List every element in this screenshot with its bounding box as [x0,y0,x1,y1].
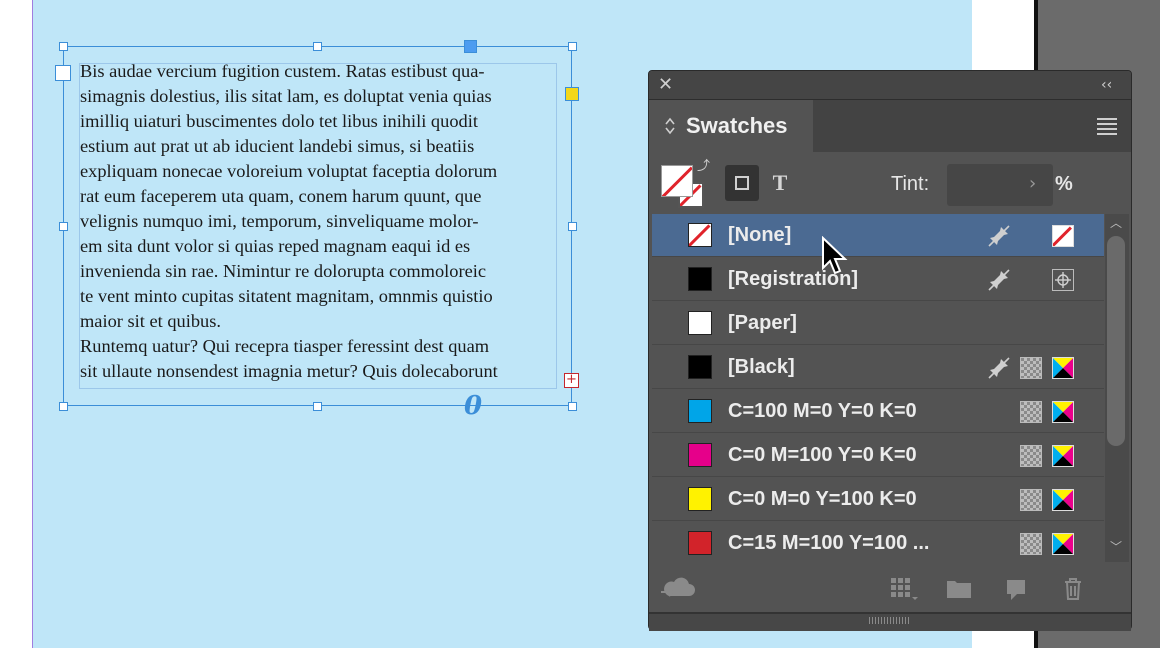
panel-title-bar[interactable]: ✕ ‹‹ [649,71,1131,100]
tint-field[interactable] [947,164,1053,206]
scroll-up-icon[interactable]: ︿ [1110,216,1122,230]
text-line: maior sit et quibus. [80,311,221,331]
tab-swatches[interactable]: Swatches [649,100,813,152]
swatch-color-chip [688,487,712,511]
swatch-name: C=0 M=0 Y=100 K=0 [728,488,917,510]
cmyk-mode-icon [1052,445,1074,467]
swatch-row[interactable]: [Black] [652,346,1104,389]
new-color-group-icon[interactable] [945,574,973,602]
panel-tab-strip: Swatches [649,100,1131,152]
handle-top-left[interactable] [59,42,68,51]
swatch-name: [Paper] [728,312,797,334]
anchored-object-handle[interactable] [464,40,477,53]
swatch-name: [None] [728,224,792,246]
swatch-row[interactable]: [Registration] [652,258,1104,301]
handle-bottom-center[interactable] [313,402,322,411]
handle-top-right[interactable] [568,42,577,51]
swatch-views-icon[interactable] [889,574,918,602]
panel-controls: ⤴ T Tint: › % [649,152,1131,214]
text-line: te vent minto cupitas sitatent magnitam,… [80,286,493,306]
text-line: Runtemq uatur? Qui recepra tiasper feres… [80,336,490,356]
swatch-name: C=15 M=100 Y=100 ... [728,532,930,554]
swap-fill-stroke-icon[interactable]: ⤴ [697,160,710,173]
tab-stepper-icon[interactable] [663,114,677,138]
registration-icon [1052,269,1074,291]
swatch-list: [None] [Registration] [Paper] [Black] C=100 … [652,214,1104,562]
delete-swatch-icon[interactable] [1059,574,1087,602]
swatches-panel: ✕ ‹‹ Swatches ⤴ T Tint: › % [None] [Regis… [648,70,1132,631]
new-swatch-icon[interactable] [1003,574,1031,602]
panel-title: Swatches [686,113,788,138]
text-line: expliquam nonecae voloreium voluptat fac… [80,161,498,181]
handle-top-center[interactable] [313,42,322,51]
close-icon[interactable]: ✕ [658,75,676,95]
process-color-icon [1020,445,1042,467]
text-line: velignis numquo imi, temporum, sinveliqu… [80,211,479,231]
text-line: rat eum faceperem uta quam, conem harum … [80,186,482,206]
collapse-panel-icon[interactable]: ‹‹ [1101,75,1121,95]
cmyk-mode-icon [1052,401,1074,423]
process-color-icon [1020,489,1042,511]
panel-bottom-bar [649,566,1131,612]
tint-slider-arrow-icon[interactable]: › [1029,174,1036,194]
swatch-row[interactable]: [None] [652,214,1104,257]
swatch-row[interactable]: C=0 M=100 Y=0 K=0 [652,434,1104,477]
formatting-affects-text-button[interactable]: T [768,165,792,201]
handle-bottom-left[interactable] [59,402,68,411]
none-color-icon [1052,225,1074,247]
text-line: sit ullaute nonsendest imagnia metur? Qu… [80,361,498,381]
process-color-icon [1020,401,1042,423]
swatch-row[interactable]: C=15 M=100 Y=100 ... [652,522,1104,562]
swatch-color-chip [688,443,712,467]
handle-bottom-right[interactable] [568,402,577,411]
handle-middle-left[interactable] [59,222,68,231]
body-text[interactable]: Bis audae vercium fugition custem. Ratas… [80,59,570,384]
non-editable-icon [987,224,1011,248]
cmyk-mode-icon [1052,533,1074,555]
process-color-icon [1020,357,1042,379]
content-grabber-icon[interactable]: 0 [461,393,485,419]
fill-swatch-icon[interactable] [661,165,693,197]
swatch-row[interactable]: [Paper] [652,302,1104,345]
formatting-affects-container-button[interactable] [725,165,759,201]
swatch-row[interactable]: C=100 M=0 Y=0 K=0 [652,390,1104,433]
scroll-down-icon[interactable]: ﹀ [1110,540,1122,554]
cmyk-mode-icon [1052,489,1074,511]
swatch-color-chip [688,531,712,555]
scrollbar[interactable]: ︿ ﹀ [1105,214,1129,562]
swatch-color-chip [688,399,712,423]
swatch-color-chip [688,223,712,247]
scroll-thumb[interactable] [1107,236,1125,446]
text-line: Bis audae vercium fugition custem. Ratas… [80,61,485,81]
non-editable-icon [987,268,1011,292]
swatch-name: [Black] [728,356,795,378]
swatch-color-chip [688,355,712,379]
mouse-cursor-icon [822,236,848,275]
swatch-name: C=100 M=0 Y=0 K=0 [728,400,917,422]
text-line: em sita dunt volor si quias reped magnam… [80,236,471,256]
text-line: invenienda sin rae. Nimintur re dolorupt… [80,261,487,281]
text-line: imilliq uiaturi buscimentes dolo tet lib… [80,111,478,131]
non-editable-icon [987,356,1011,380]
tint-unit: % [1055,173,1073,195]
swatch-name: C=0 M=100 Y=0 K=0 [728,444,917,466]
swatch-row[interactable]: C=0 M=0 Y=100 K=0 [652,478,1104,521]
tint-label: Tint: [891,173,930,195]
panel-resize-grip[interactable] [649,612,1131,631]
text-line: simagnis dolestius, ilis sitat lam, es d… [80,86,492,106]
cmyk-mode-icon [1052,357,1074,379]
cc-libraries-icon[interactable] [659,574,695,602]
panel-menu-icon[interactable] [1097,118,1117,135]
in-port[interactable] [55,65,71,81]
text-line: estium aut prat ut ab iducient landebi s… [80,136,475,156]
swatch-color-chip [688,267,712,291]
process-color-icon [1020,533,1042,555]
swatch-color-chip [688,311,712,335]
